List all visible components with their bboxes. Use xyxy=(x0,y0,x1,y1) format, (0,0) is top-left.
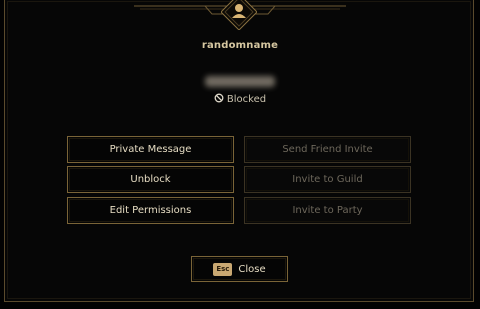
avatar xyxy=(221,0,257,30)
edit-permissions-button[interactable]: Edit Permissions xyxy=(67,197,234,224)
status-badge: Blocked xyxy=(0,93,480,105)
private-message-label: Private Message xyxy=(109,144,192,155)
close-button[interactable]: Esc Close xyxy=(191,256,288,282)
close-label: Close xyxy=(238,263,266,275)
blurred-player-id xyxy=(205,76,275,87)
invite-to-party-button[interactable]: Invite to Party xyxy=(244,197,411,224)
invite-to-guild-button[interactable]: Invite to Guild xyxy=(244,166,411,193)
esc-key-badge: Esc xyxy=(213,262,233,276)
status-label: Blocked xyxy=(226,94,267,105)
send-friend-invite-label: Send Friend Invite xyxy=(282,144,373,155)
player-name: randomname xyxy=(201,40,279,51)
private-message-button[interactable]: Private Message xyxy=(67,136,234,163)
edit-permissions-label: Edit Permissions xyxy=(109,205,192,216)
ban-icon xyxy=(214,93,224,103)
invite-to-party-label: Invite to Party xyxy=(292,205,363,216)
unblock-label: Unblock xyxy=(130,174,171,185)
unblock-button[interactable]: Unblock xyxy=(67,166,234,193)
send-friend-invite-button[interactable]: Send Friend Invite xyxy=(244,136,411,163)
invite-to-guild-label: Invite to Guild xyxy=(292,174,363,185)
